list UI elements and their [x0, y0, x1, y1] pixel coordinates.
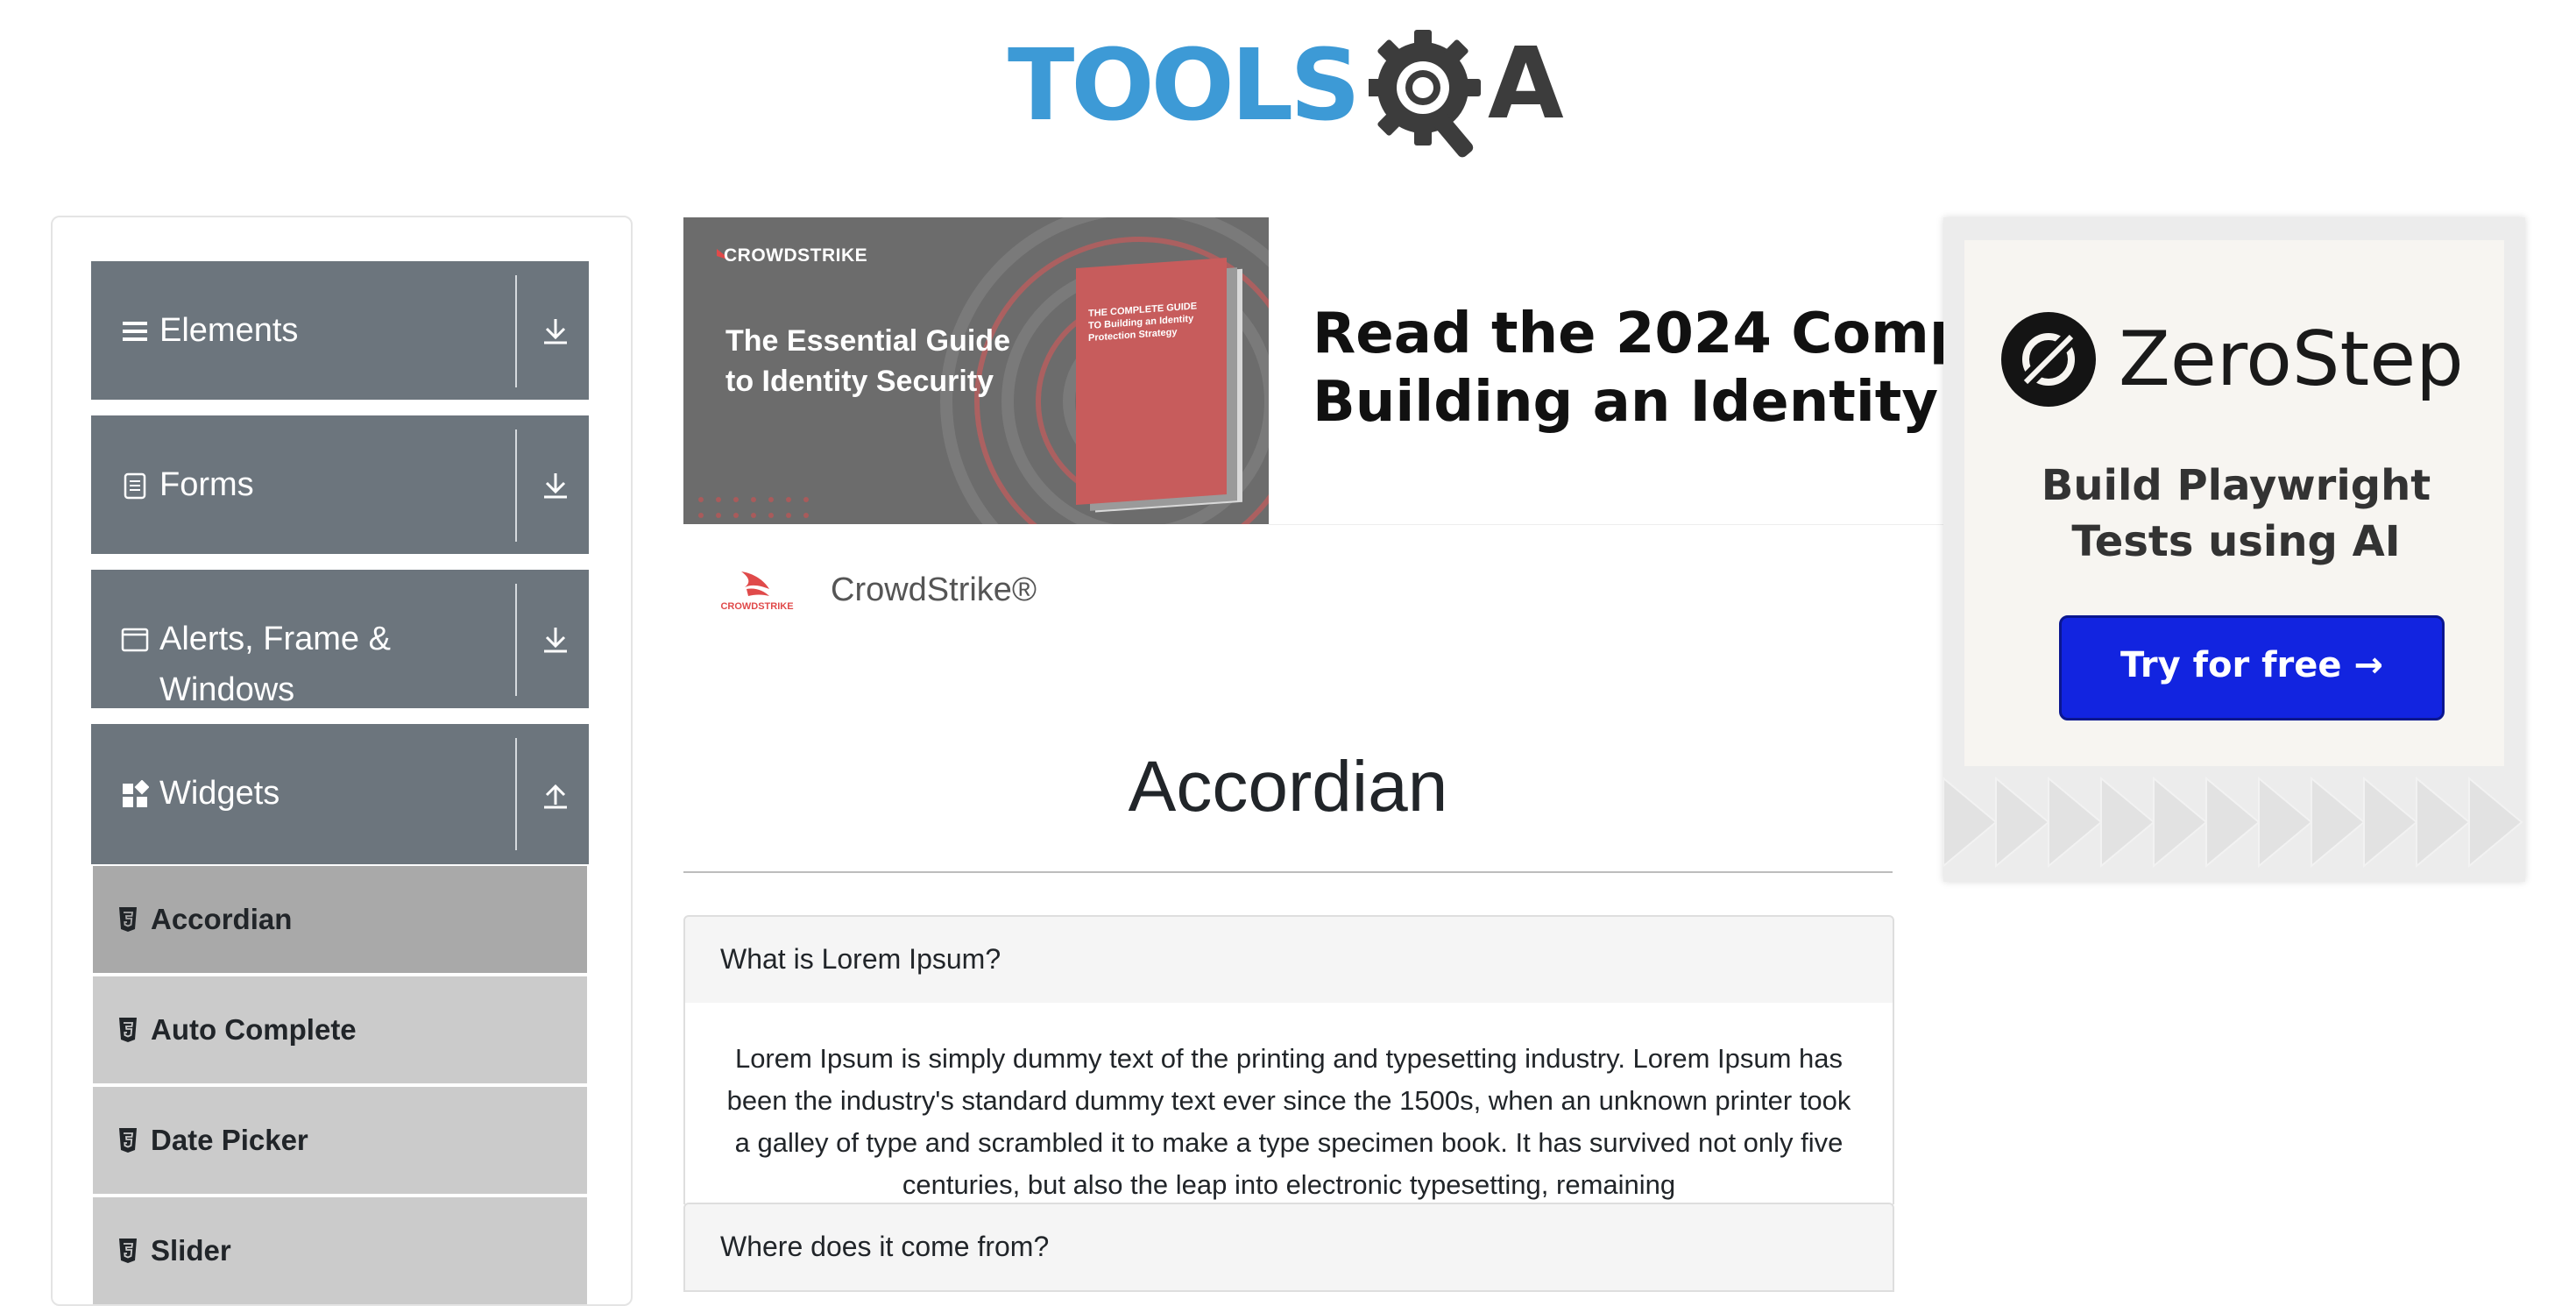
download-arrow-icon[interactable]	[540, 470, 571, 501]
zerostep-logo-text: ZeroStep	[2119, 316, 2464, 403]
ad-guide-text: The Essential Guide to Identity Security	[725, 324, 1010, 398]
divider	[515, 738, 517, 850]
accordion-header-where-does-it-come-from[interactable]: Where does it come from?	[683, 1203, 1894, 1292]
ad-headline-line2: Building an Identity Prote	[1313, 370, 1943, 435]
divider	[515, 275, 517, 387]
hamburger-icon	[123, 322, 147, 341]
sidebar-group-forms[interactable]: Forms	[91, 415, 589, 554]
menu-item-slider[interactable]: Slider	[93, 1197, 587, 1304]
menu-item-label: Date Picker	[151, 1124, 308, 1156]
ad-headline[interactable]: Read the 2024 Complete Building an Ident…	[1313, 300, 1943, 440]
html5-icon	[119, 1239, 137, 1263]
divider	[1269, 524, 1943, 525]
zerostep-ad-card: ZeroStep Build Playwright Tests using AI…	[1964, 240, 2504, 766]
book-cover-text: THE COMPLETE GUIDE TO Building an Identi…	[1088, 301, 1198, 344]
page-title: Accordian	[1128, 747, 1448, 827]
zerostep-logo-icon	[2001, 312, 2096, 407]
menu-item-label: Accordian	[151, 903, 293, 935]
accordion-header-label: Where does it come from?	[720, 1231, 1050, 1262]
accordion-header-label: What is Lorem Ipsum?	[720, 943, 1001, 975]
menu-item-label: Auto Complete	[151, 1013, 357, 1046]
html5-icon	[119, 1018, 137, 1042]
html5-icon	[119, 907, 137, 932]
accordion-header-what-is-lorem-ipsum[interactable]: What is Lorem Ipsum?	[683, 915, 1894, 1004]
sidebar-group-elements[interactable]: Elements	[91, 261, 589, 400]
toolsqa-logo[interactable]: TOOLS A	[1008, 25, 1577, 165]
accordion-body-text: Lorem Ipsum is simply dummy text of the …	[726, 1043, 1851, 1200]
menu-item-accordian[interactable]: Accordian	[93, 866, 587, 973]
widgets-icon	[123, 780, 149, 807]
document-icon	[124, 472, 146, 500]
sidebar-group-title: Widgets	[159, 775, 280, 812]
upload-arrow-icon[interactable]	[540, 778, 571, 810]
left-sidebar: Elements Forms Alerts, Frame & Windows W…	[51, 216, 633, 1306]
download-arrow-icon[interactable]	[540, 624, 571, 656]
window-icon	[121, 628, 149, 652]
sidebar-group-title: Alerts, Frame &	[159, 621, 391, 657]
ad-headline-line1: Read the 2024 Complete	[1313, 302, 1943, 366]
html5-icon	[119, 1128, 137, 1153]
menu-item-label: Slider	[151, 1234, 231, 1267]
divider	[515, 429, 517, 542]
logo-text-a: A	[1488, 27, 1564, 141]
menu-item-auto-complete[interactable]: Auto Complete	[93, 976, 587, 1083]
sidebar-group-title-line2: Windows	[159, 671, 295, 708]
menu-item-date-picker[interactable]: Date Picker	[93, 1087, 587, 1194]
accordion-body: Lorem Ipsum is simply dummy text of the …	[683, 1003, 1894, 1204]
crowdstrike-brand-text: CROWDSTRIKE	[724, 245, 868, 266]
try-for-free-button[interactable]: Try for free →	[2059, 615, 2445, 720]
download-arrow-icon[interactable]	[540, 316, 571, 347]
gear-magnifier-icon	[1369, 30, 1481, 158]
sidebar-group-title: Forms	[159, 466, 254, 503]
book-cover-image: THE COMPLETE GUIDE TO Building an Identi…	[1076, 257, 1227, 506]
crowdstrike-logo-icon[interactable]: CROWDSTRIKE	[711, 568, 803, 612]
crowdstrike-ad-banner[interactable]: CROWDSTRIKE The Essential Guide to Ident…	[683, 217, 1269, 524]
zerostep-ad[interactable]: ZeroStep Build Playwright Tests using AI…	[1943, 217, 2525, 882]
divider	[683, 871, 1893, 873]
sidebar-group-title: Elements	[159, 312, 299, 349]
zerostep-tagline: Build Playwright Tests using AI	[2041, 461, 2431, 566]
ad-advertiser-name[interactable]: CrowdStrike®	[831, 568, 1037, 612]
sidebar-group-alerts-frame-windows[interactable]: Alerts, Frame & Windows	[91, 570, 589, 708]
divider	[515, 584, 517, 696]
logo-text-tools: TOOLS	[1008, 29, 1361, 143]
sidebar-group-widgets[interactable]: Widgets	[91, 724, 589, 864]
crowdstrike-logo-text: CROWDSTRIKE	[720, 601, 793, 612]
